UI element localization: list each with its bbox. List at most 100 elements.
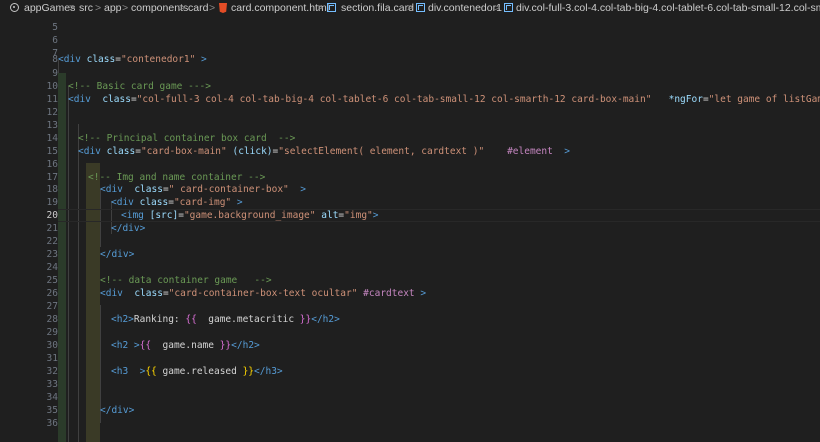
code-comment: <!-- Basic card game ---> [68,81,211,92]
code-token: [src] [149,210,179,221]
code-token: <img [121,210,150,221]
circle-dot-icon [10,3,19,12]
code-token: }} [242,366,255,377]
line-number-active: 20 [46,210,58,221]
code-token: class [106,146,136,157]
code-line-21[interactable]: </div> [111,222,145,235]
code-line-35[interactable]: </div> [100,404,134,417]
code-token: game.metacritic [196,314,300,325]
breadcrumb-separator: > [407,2,414,14]
code-line-15[interactable]: <div class="card-box-main" (click)="sele… [78,145,570,158]
cube-icon [416,3,425,12]
line-number: 18 [46,184,58,195]
line-number: 28 [46,314,58,325]
line-number: 32 [46,366,58,377]
code-line-14[interactable]: <!-- Principal container box card --> [78,132,295,145]
code-token: #cardtext [363,288,415,299]
code-token: class [134,184,163,195]
code-token: <div [100,288,135,299]
line-number: 19 [46,197,58,208]
breadcrumb-separator: > [69,2,76,14]
code-line-11[interactable]: <div class="col-full-3 col-4 col-tab-big… [68,93,820,106]
line-number: 11 [46,94,58,105]
code-token: > [288,184,306,195]
indent-highlight [86,163,100,442]
line-number: 14 [46,133,58,144]
line-number: 22 [46,236,58,247]
code-line-32[interactable]: <h3 >{{ game.released }}</h3> [111,365,283,378]
code-token: <h2 > [111,340,140,351]
breadcrumb-item-file[interactable]: card.component.html [231,1,329,15]
code-line-25[interactable]: <!-- data container game --> [100,274,272,287]
code-comment: <!-- data container game --> [100,275,272,286]
breadcrumb-separator: > [209,2,216,14]
code-token: </h2> [231,340,260,351]
line-number: 36 [46,418,58,429]
line-number: 21 [46,223,58,234]
code-token: "col-full-3 col-4 col-tab-big-4 col-tabl… [136,94,652,105]
code-editor[interactable]: 5 6 7 8 9 10 11 12 13 14 15 16 17 18 19 … [0,16,820,442]
breadcrumb-item-contenedor[interactable]: div.contenedor1 [428,1,502,15]
code-token: "contenedor1" [120,54,196,65]
code-token: </div> [100,405,135,416]
line-number: 29 [46,327,58,338]
code-token: <div [100,184,135,195]
code-token: Ranking: [133,314,186,325]
code-token: </div> [100,249,135,260]
code-token: class [86,54,116,65]
code-token: *ngFor [668,94,703,105]
line-number: 27 [46,301,58,312]
breadcrumb: appGames > src > app > components > card… [0,0,820,16]
code-line-10[interactable]: <!-- Basic card game ---> [68,80,211,93]
code-line-30[interactable]: <h2 >{{ game.name }}</h2> [111,339,260,352]
code-line-28[interactable]: <h2>Ranking: {{ game.metacritic }}</h2> [111,313,340,326]
breadcrumb-item-app[interactable]: app [104,1,122,15]
breadcrumb-item-section[interactable]: section.fila.card [341,1,414,15]
line-number: 35 [46,405,58,416]
line-number: 23 [46,249,58,260]
code-token: > [552,146,570,157]
code-token: "card-box-main" [140,146,227,157]
breadcrumb-item-card[interactable]: card [188,1,208,15]
code-line-20[interactable]: <img [src]="game.background_image" alt="… [121,209,379,222]
code-line-19[interactable]: <div class="card-img" > [111,196,243,209]
code-token: <div [78,146,107,157]
code-line-8[interactable]: <div class="contenedor1" > [58,53,207,66]
line-number: 33 [46,379,58,390]
line-number: 26 [46,288,58,299]
code-comment: <!-- Img and name container --> [88,172,266,183]
line-number: 24 [46,262,58,273]
code-token: > [195,54,207,65]
code-token: <div [58,54,87,65]
line-number: 5 [52,22,58,33]
line-number: 31 [46,353,58,364]
code-line-23[interactable]: </div> [100,248,134,261]
breadcrumb-item-appgames[interactable]: appGames [24,1,75,15]
html5-icon [219,3,227,13]
breadcrumb-item-src[interactable]: src [79,1,93,15]
line-number: 9 [52,68,58,79]
code-token: <h2> [111,314,134,325]
code-token: {{ [139,340,152,351]
line-number: 16 [46,159,58,170]
line-number: 10 [46,81,58,92]
line-number: 15 [46,146,58,157]
code-token: #element [507,146,553,157]
code-token: }} [219,340,232,351]
code-token: alt [321,210,339,221]
code-token: class [102,94,131,105]
code-token: }} [299,314,312,325]
code-token: "game.background_image" [183,210,316,221]
line-number: 8 [52,54,58,65]
breadcrumb-item-div-col[interactable]: div.col-full-3.col-4.col-tab-big-4.col-t… [516,1,820,15]
code-token: <div [68,94,103,105]
code-token: </h3> [254,366,283,377]
code-token: "selectElement( element, cardtext )" [278,146,485,157]
line-number: 25 [46,275,58,286]
code-token: (click) [232,146,273,157]
cube-icon [504,3,513,12]
code-line-26[interactable]: <div class="card-container-box-text ocul… [100,287,426,300]
code-line-18[interactable]: <div class=" card-container-box" > [100,183,306,196]
code-token: <div [111,197,140,208]
